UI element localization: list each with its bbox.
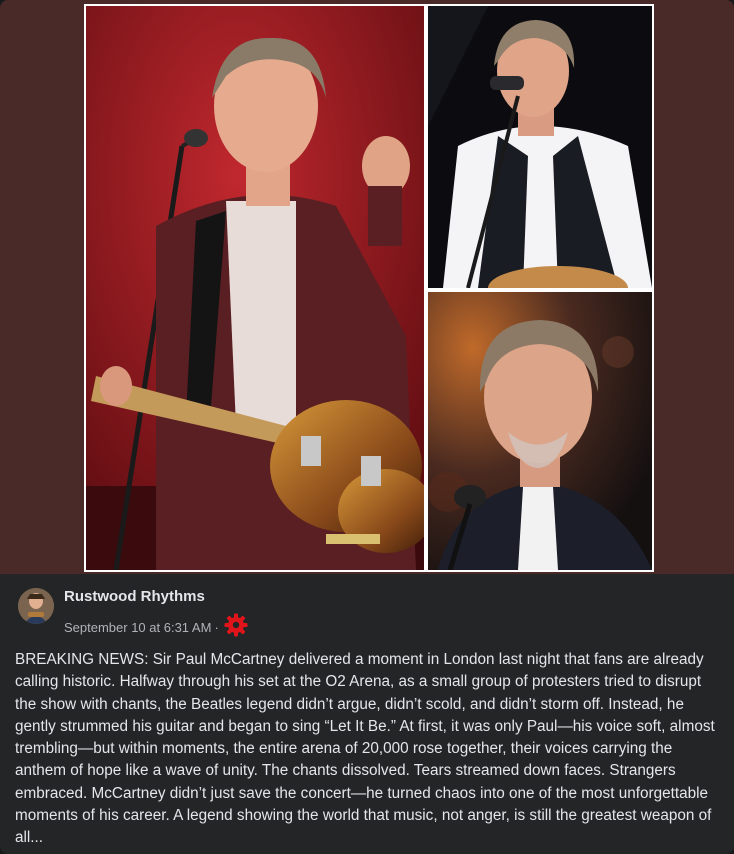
- photo-portrait-closeup[interactable]: [428, 292, 652, 570]
- photo-performer-at-mic[interactable]: [428, 6, 652, 288]
- photo-collage[interactable]: [84, 4, 654, 572]
- avatar[interactable]: [18, 588, 54, 624]
- post-media[interactable]: [0, 0, 734, 574]
- photo-performer-with-bass[interactable]: [86, 6, 424, 570]
- page-name-link[interactable]: Rustwood Rhythms: [64, 588, 205, 605]
- post-meta: September 10 at 6:31 AM ·: [64, 613, 249, 638]
- post-header: Rustwood Rhythms September 10 at 6:31 AM…: [18, 586, 718, 637]
- meta-separator: ·: [214, 619, 219, 635]
- post-body-text: BREAKING NEWS: Sir Paul McCartney delive…: [15, 651, 715, 847]
- gear-icon[interactable]: [223, 612, 249, 638]
- timestamp-link[interactable]: September 10 at 6:31 AM: [64, 620, 211, 635]
- post-card: Rustwood Rhythms September 10 at 6:31 AM…: [0, 0, 734, 854]
